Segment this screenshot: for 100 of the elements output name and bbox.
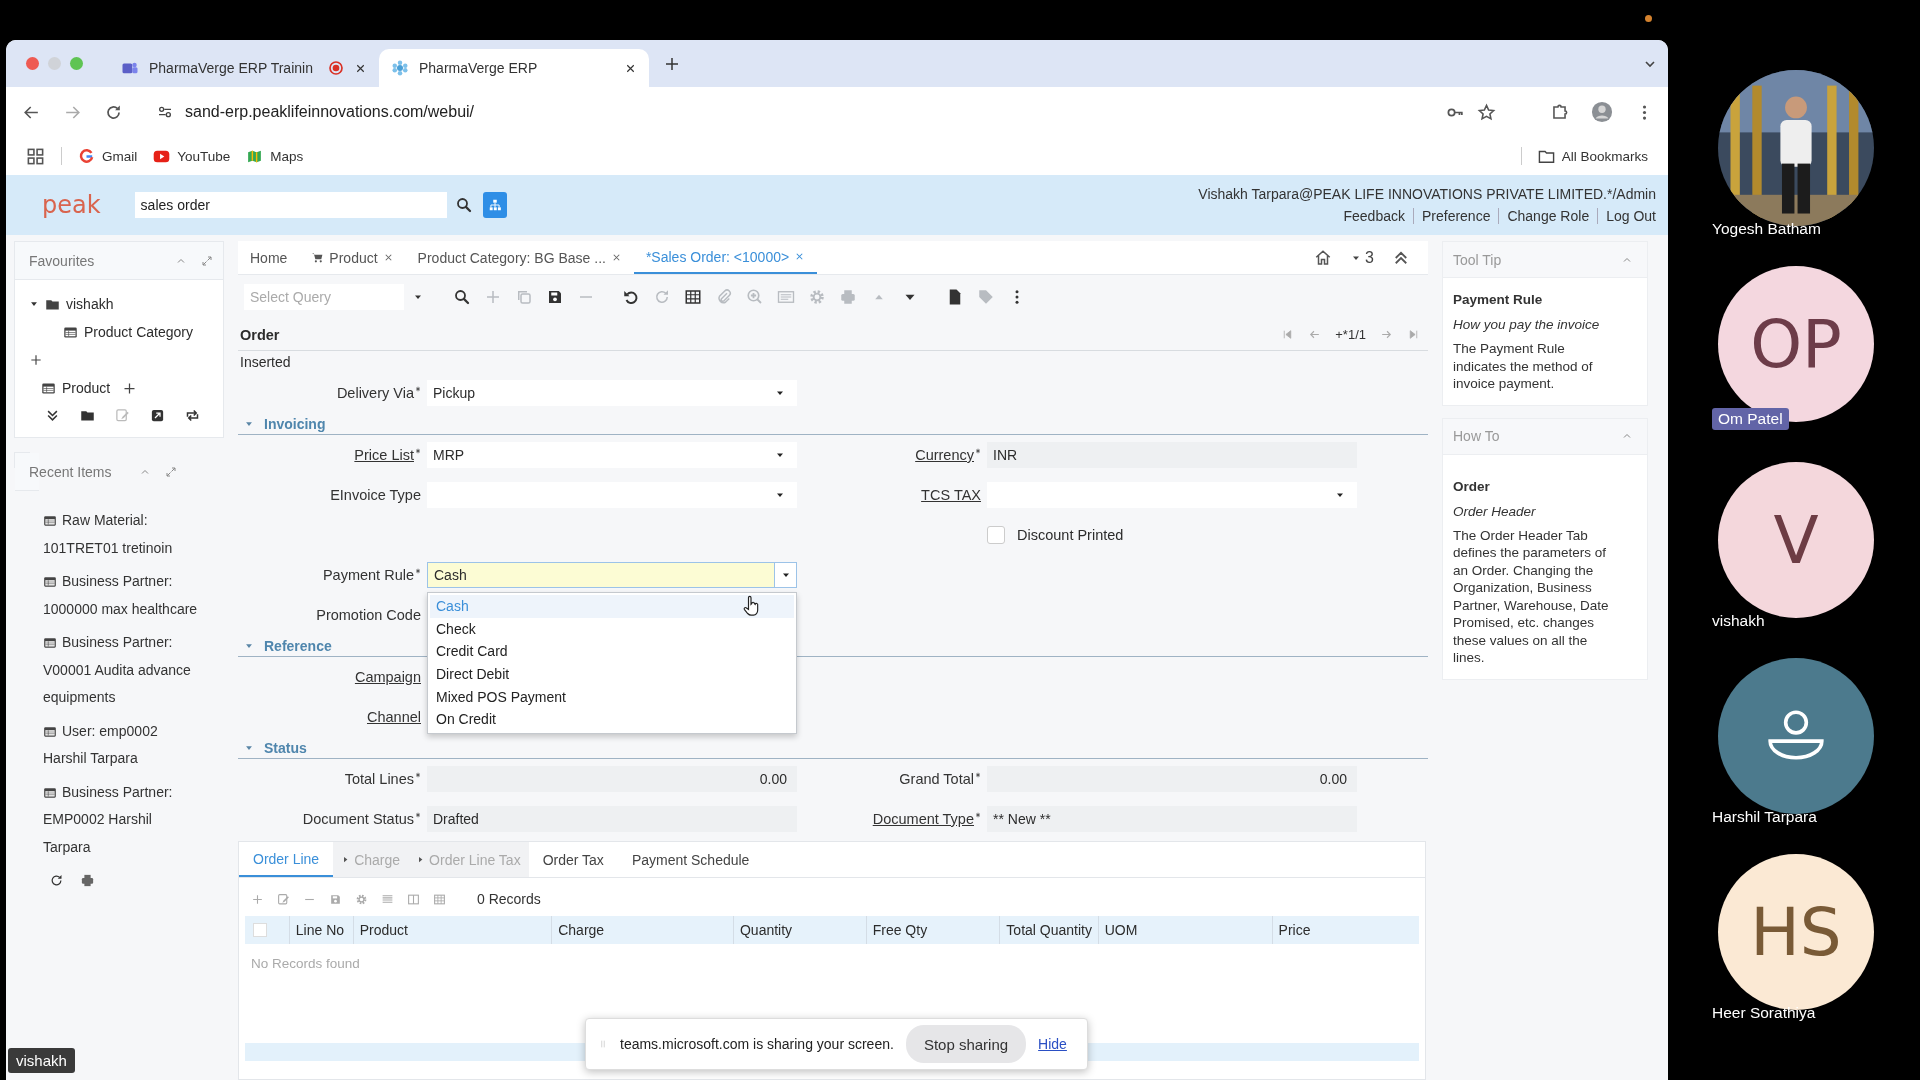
field-link[interactable]: Currency bbox=[915, 447, 974, 463]
window-tab[interactable]: Home bbox=[238, 241, 300, 274]
field-label: Document Status bbox=[302, 811, 414, 827]
select-all-checkbox[interactable] bbox=[253, 923, 267, 937]
hide-link[interactable]: Hide bbox=[1038, 1036, 1067, 1052]
help-subtitle: How you pay the invoice bbox=[1453, 317, 1601, 332]
query-field[interactable]: Select Query bbox=[244, 284, 404, 310]
dropdown-field[interactable]: Pickup bbox=[427, 380, 797, 406]
printer-icon[interactable] bbox=[80, 873, 95, 888]
menu-tree-button[interactable] bbox=[482, 192, 507, 218]
column-header[interactable]: Price bbox=[1271, 916, 1419, 944]
undo-icon[interactable] bbox=[622, 288, 640, 306]
window-icon bbox=[43, 785, 57, 800]
cart-icon bbox=[311, 251, 325, 264]
section-title[interactable]: Status bbox=[264, 739, 307, 756]
pencil-icon[interactable] bbox=[277, 892, 290, 906]
window-tab[interactable]: Product bbox=[299, 241, 406, 274]
browser-tab[interactable]: PharmaVerge ERP Trainin bbox=[109, 49, 379, 87]
recent-item[interactable]: Raw Material: 101TRET01 tretinoin bbox=[43, 507, 203, 562]
home-icon[interactable] bbox=[1314, 248, 1333, 267]
panel-title: Tool Tip bbox=[1453, 251, 1502, 268]
detail-tab[interactable]: Payment Schedule bbox=[617, 842, 764, 877]
search-icon[interactable] bbox=[454, 196, 473, 214]
dropdown-option[interactable]: On Credit bbox=[430, 707, 794, 731]
header-link[interactable]: Log Out bbox=[1597, 208, 1656, 224]
recent-item[interactable]: Business Partner: 1000000 max healthcare bbox=[43, 568, 203, 623]
swap-icon[interactable] bbox=[185, 408, 200, 423]
header-link[interactable]: Preference bbox=[1412, 208, 1499, 224]
help-text: The Payment Rule indicates the method of invoice payment. bbox=[1453, 340, 1594, 393]
column-header[interactable]: Total Quantity bbox=[999, 916, 1098, 944]
star-icon[interactable] bbox=[1477, 102, 1496, 122]
bookmark-link[interactable]: YouTube bbox=[153, 147, 231, 165]
recent-item[interactable]: User: emp0002 Harshil Tarpara bbox=[43, 717, 203, 773]
column-header[interactable]: Charge bbox=[551, 916, 733, 944]
field-label: Delivery Via bbox=[336, 385, 414, 401]
field-label: Payment Rule bbox=[322, 567, 414, 583]
amount-field: 0.00 bbox=[427, 766, 797, 792]
pencil-icon[interactable] bbox=[115, 408, 130, 423]
refresh-icon[interactable] bbox=[49, 873, 64, 888]
bookmark-link[interactable]: Gmail bbox=[78, 147, 138, 165]
window-icon bbox=[43, 724, 57, 739]
close-window-button[interactable] bbox=[26, 57, 39, 70]
bookmarks-folder[interactable]: All Bookmarks bbox=[1537, 147, 1648, 165]
field-label: Grand Total bbox=[899, 771, 974, 787]
user-circle-icon[interactable] bbox=[1591, 101, 1613, 123]
dropdown-field[interactable] bbox=[987, 482, 1357, 508]
double-chevron-down-icon[interactable] bbox=[45, 408, 60, 423]
zoom-window-button[interactable] bbox=[70, 57, 83, 70]
expand-icon[interactable] bbox=[201, 254, 213, 267]
last-icon[interactable] bbox=[1407, 328, 1420, 341]
columns-icon[interactable] bbox=[407, 892, 420, 906]
field-link[interactable]: Campaign bbox=[354, 669, 421, 685]
dropdown-option[interactable]: Credit Card bbox=[430, 640, 794, 663]
search-icon[interactable] bbox=[453, 288, 471, 306]
column-header[interactable]: Quantity bbox=[733, 916, 866, 944]
list-view-icon[interactable] bbox=[381, 892, 394, 906]
header-link[interactable]: Change Role bbox=[1498, 208, 1598, 224]
tree-item[interactable]: Product Category bbox=[84, 324, 193, 340]
open-windows-dropdown[interactable]: 3 bbox=[1350, 248, 1374, 267]
stop-sharing-button[interactable]: Stop sharing bbox=[905, 1025, 1027, 1063]
recent-item[interactable]: Business Partner: V00001 Audita advance equipments bbox=[43, 629, 203, 712]
folder-icon[interactable] bbox=[80, 408, 95, 423]
detail-tab[interactable]: Order Tax bbox=[528, 842, 618, 877]
search-field[interactable]: sales order bbox=[134, 192, 447, 218]
dropdown-option[interactable]: Mixed POS Payment bbox=[430, 685, 794, 708]
header-link[interactable]: Feedback bbox=[1335, 208, 1413, 224]
tree-item[interactable]: Product bbox=[62, 380, 111, 396]
field-link[interactable]: Price List bbox=[354, 447, 414, 463]
dropdown-option[interactable]: Check bbox=[430, 617, 794, 641]
record-position: +*1/1 bbox=[1335, 327, 1366, 342]
window-tab[interactable]: Product Category: BG Base ... bbox=[405, 241, 634, 274]
column-header[interactable]: Product bbox=[352, 916, 552, 944]
dropdown-field[interactable] bbox=[427, 482, 797, 508]
section-title[interactable]: Reference bbox=[264, 637, 332, 654]
dropdown-field[interactable]: MRP bbox=[427, 442, 797, 468]
checkbox[interactable] bbox=[987, 526, 1005, 544]
browser-tab[interactable]: PharmaVerge ERP bbox=[379, 49, 649, 87]
sharing-message: teams.microsoft.com is sharing your screen. bbox=[620, 1036, 894, 1052]
field-link[interactable]: TCS TAX bbox=[921, 487, 981, 503]
settings-icon[interactable] bbox=[355, 892, 368, 906]
table-icon[interactable] bbox=[684, 288, 702, 306]
tree-item[interactable]: vishakh bbox=[66, 296, 114, 312]
expand-icon[interactable] bbox=[165, 465, 178, 478]
column-header[interactable]: Free Qty bbox=[865, 916, 1000, 944]
dropdown-option[interactable]: Direct Debit bbox=[430, 662, 794, 686]
bookmark-link[interactable]: Maps bbox=[246, 147, 304, 165]
help-heading: Payment Rule bbox=[1453, 292, 1544, 307]
column-header[interactable]: UOM bbox=[1097, 916, 1272, 944]
apps-grid-icon[interactable] bbox=[26, 146, 45, 166]
window-icon bbox=[43, 514, 57, 528]
recent-item[interactable]: Business Partner: EMP0002 Harshil Tarpara bbox=[43, 778, 203, 861]
window-tab[interactable]: *Sales Order: <10000> bbox=[633, 241, 818, 274]
field-link[interactable]: Document Type bbox=[872, 811, 974, 827]
section-title[interactable]: Invoicing bbox=[264, 415, 326, 432]
field-link[interactable]: Channel bbox=[367, 709, 421, 725]
arrow-right-icon[interactable] bbox=[1380, 328, 1393, 341]
window-icon bbox=[43, 575, 57, 589]
arrow-left-icon[interactable] bbox=[1308, 328, 1322, 341]
puzzle-icon[interactable] bbox=[1550, 102, 1569, 122]
column-header[interactable]: Line No bbox=[288, 916, 353, 944]
